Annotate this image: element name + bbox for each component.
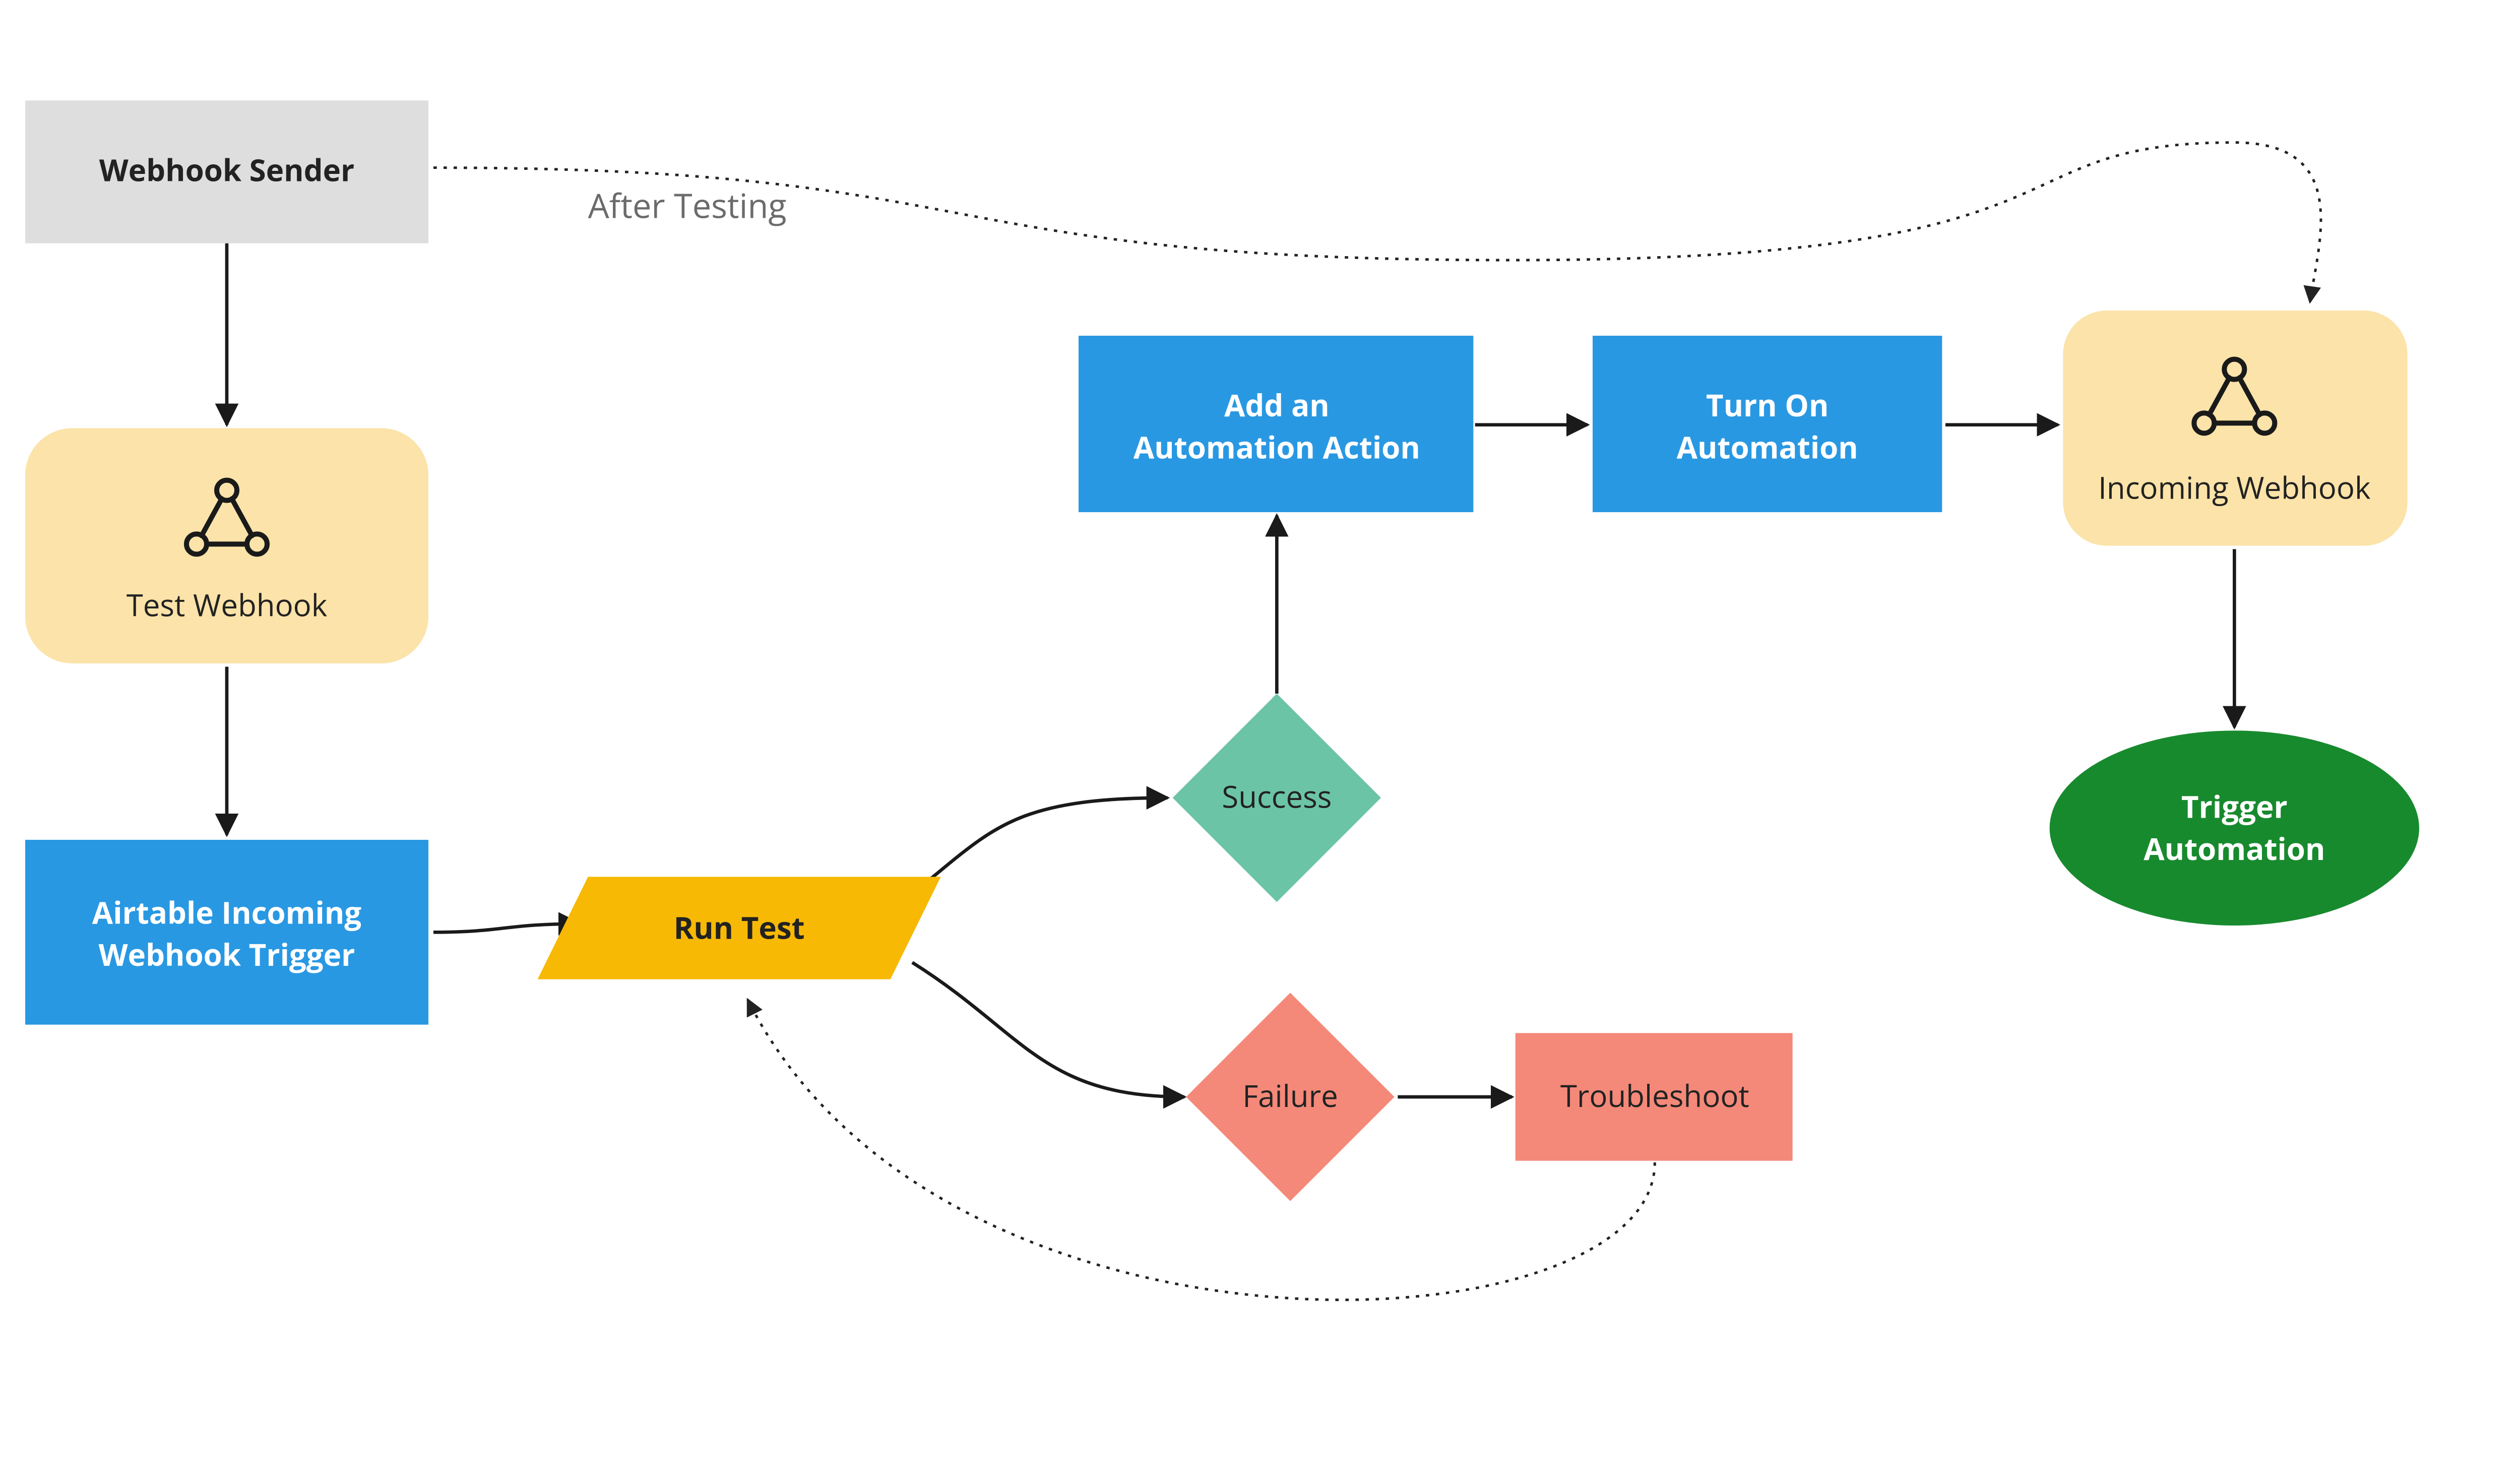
edge-airtable-to-runtest [433, 924, 580, 933]
label-turn-on-1: Turn On [1706, 384, 1829, 425]
label-airtable-trigger-2: Webhook Trigger [99, 934, 355, 975]
label-webhook-sender: Webhook Sender [99, 149, 355, 190]
label-add-action-2: Automation Action [1133, 426, 1420, 467]
label-trigger-automation-1: Trigger [2181, 786, 2288, 827]
node-incoming-webhook: Incoming Webhook [2063, 311, 2407, 546]
label-success: Success [1222, 776, 1332, 817]
label-troubleshoot: Troubleshoot [1560, 1075, 1749, 1116]
label-add-action-1: Add an [1224, 384, 1330, 425]
node-success: Success [1173, 694, 1381, 902]
label-airtable-trigger-1: Airtable Incoming [92, 892, 362, 933]
node-test-webhook: Test Webhook [25, 428, 428, 663]
node-troubleshoot: Troubleshoot [1516, 1033, 1793, 1160]
label-trigger-automation-2: Automation [2144, 828, 2325, 869]
node-trigger-automation: Trigger Automation [2050, 730, 2419, 926]
label-turn-on-2: Automation [1677, 426, 1858, 467]
edge-runtest-to-success [912, 798, 1168, 894]
edge-label-after-testing: After Testing [588, 182, 787, 228]
node-add-action: Add an Automation Action [1079, 336, 1473, 512]
node-airtable-trigger: Airtable Incoming Webhook Trigger [25, 840, 428, 1025]
node-failure: Failure [1186, 993, 1394, 1201]
node-run-test: Run Test [538, 877, 941, 979]
label-test-webhook: Test Webhook [127, 584, 328, 626]
edge-runtest-to-failure [912, 962, 1184, 1097]
label-failure: Failure [1242, 1075, 1338, 1116]
node-turn-on: Turn On Automation [1593, 336, 1942, 512]
label-run-test: Run Test [674, 907, 805, 948]
node-webhook-sender: Webhook Sender [25, 100, 428, 243]
label-incoming-webhook: Incoming Webhook [2098, 466, 2371, 508]
flowchart-diagram: After Testing Webhook Sender Test Webhoo… [0, 0, 2520, 1478]
